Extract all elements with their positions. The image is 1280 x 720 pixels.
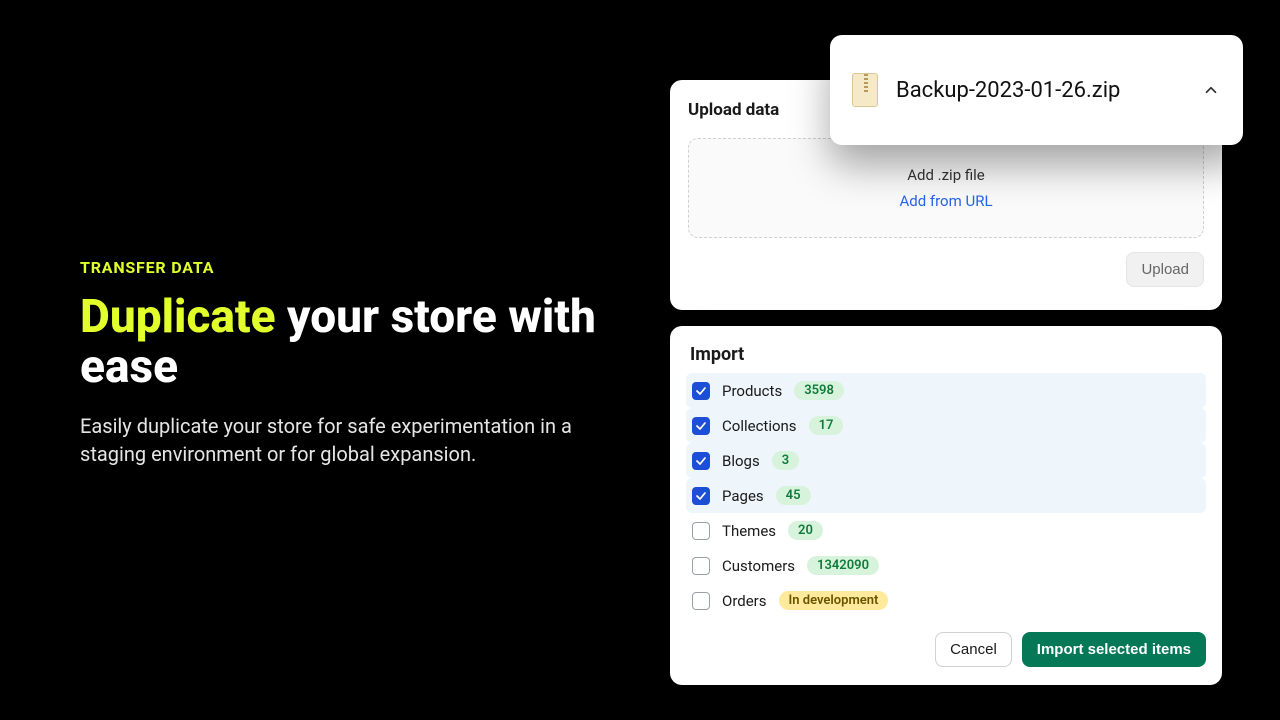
count-badge: 20 — [788, 521, 823, 540]
checkbox-blogs[interactable] — [692, 452, 710, 470]
import-item-label: Themes — [722, 522, 776, 540]
import-row-collections[interactable]: Collections 17 — [686, 408, 1206, 443]
cancel-button[interactable]: Cancel — [935, 632, 1012, 667]
marketing-copy: TRANSFER DATA Duplicate your store with … — [80, 258, 600, 468]
import-item-label: Products — [722, 382, 782, 400]
count-badge: 1342090 — [807, 556, 879, 575]
checkbox-collections[interactable] — [692, 417, 710, 435]
count-badge: 3 — [772, 451, 799, 470]
import-selected-button[interactable]: Import selected items — [1022, 632, 1206, 667]
import-row-blogs[interactable]: Blogs 3 — [686, 443, 1206, 478]
checkbox-orders[interactable] — [692, 592, 710, 610]
heading-accent: Duplicate — [80, 290, 276, 344]
checkbox-pages[interactable] — [692, 487, 710, 505]
download-popover: Backup-2023-01-26.zip — [830, 35, 1243, 145]
import-row-customers[interactable]: Customers 1342090 — [686, 548, 1206, 583]
count-badge: 17 — [809, 416, 844, 435]
zip-file-icon — [852, 73, 878, 107]
import-item-label: Customers — [722, 557, 795, 575]
download-filename: Backup-2023-01-26.zip — [896, 78, 1183, 103]
chevron-up-icon[interactable] — [1201, 80, 1221, 100]
eyebrow: TRANSFER DATA — [80, 258, 600, 277]
import-item-label: Orders — [722, 592, 767, 610]
import-row-products[interactable]: Products 3598 — [686, 373, 1206, 408]
checkbox-themes[interactable] — [692, 522, 710, 540]
checkbox-customers[interactable] — [692, 557, 710, 575]
import-row-pages[interactable]: Pages 45 — [686, 478, 1206, 513]
import-items: Products3598Collections17Blogs3Pages45Th… — [686, 373, 1206, 618]
checkbox-products[interactable] — [692, 382, 710, 400]
count-badge: 3598 — [794, 381, 844, 400]
import-item-label: Collections — [722, 417, 797, 435]
import-row-orders[interactable]: Orders In development — [686, 583, 1206, 618]
import-row-themes[interactable]: Themes 20 — [686, 513, 1206, 548]
status-badge: In development — [779, 591, 889, 610]
count-badge: 45 — [776, 486, 811, 505]
import-item-label: Pages — [722, 487, 764, 505]
heading: Duplicate your store with ease — [80, 293, 600, 392]
dropzone-text: Add .zip file — [907, 166, 985, 184]
import-item-label: Blogs — [722, 452, 760, 470]
upload-button[interactable]: Upload — [1126, 252, 1204, 287]
import-title: Import — [690, 344, 1206, 365]
add-from-url-link[interactable]: Add from URL — [899, 192, 992, 210]
import-card: Import Products 3598 Collections 17 Blogs 3 Pa… — [670, 326, 1222, 685]
subtext: Easily duplicate your store for safe exp… — [80, 412, 590, 468]
dropzone[interactable]: Add .zip file Add from URL — [688, 138, 1204, 238]
